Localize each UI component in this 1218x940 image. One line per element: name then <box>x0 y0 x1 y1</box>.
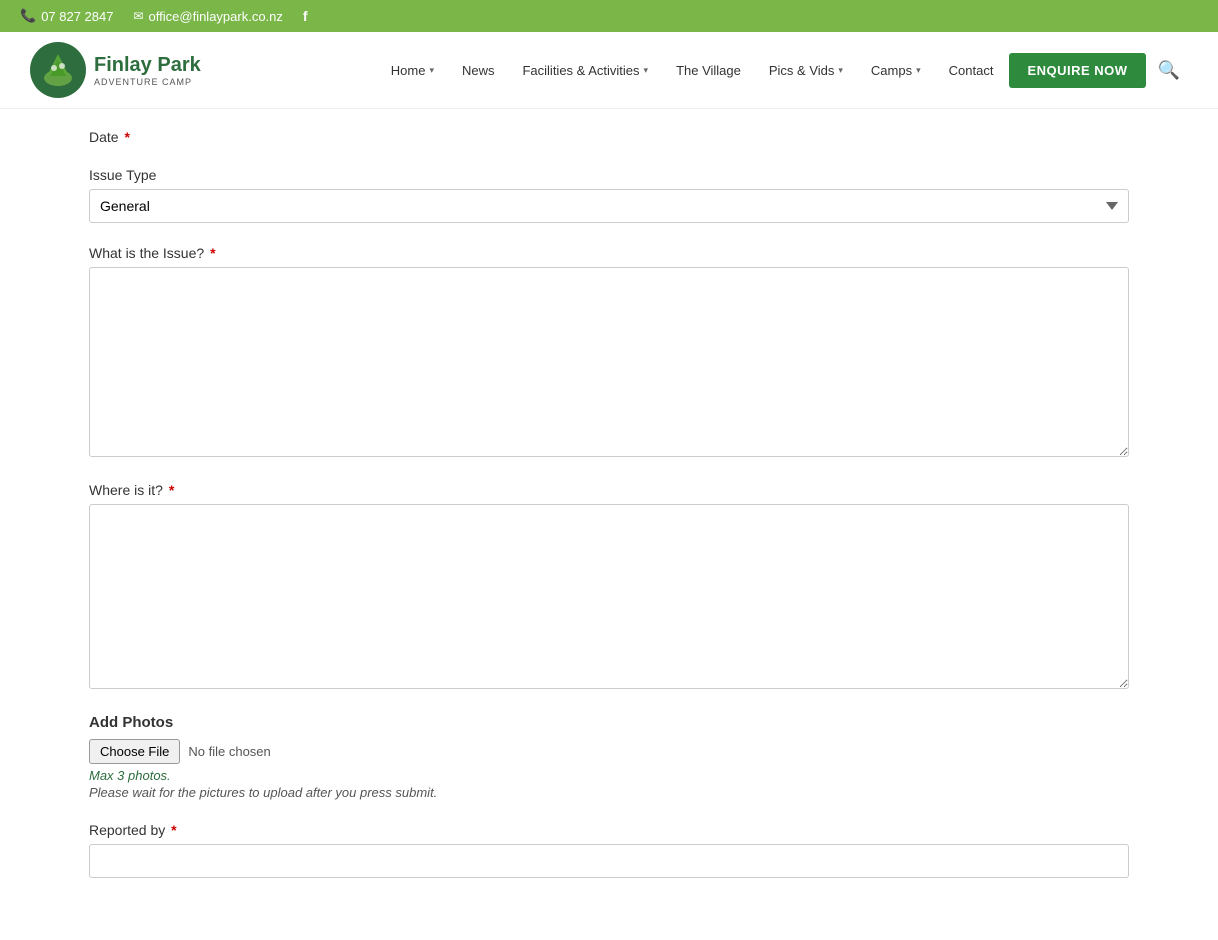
issue-type-select[interactable]: General Maintenance Safety Other <box>89 189 1129 223</box>
issue-form: Date * Issue Type General Maintenance Sa… <box>89 119 1129 910</box>
nav-camps[interactable]: Camps ▾ <box>859 55 933 86</box>
issue-type-label: Issue Type <box>89 167 1129 183</box>
max-photos-text: Max 3 photos. <box>89 768 1129 783</box>
date-required-marker: * <box>124 129 129 145</box>
file-input-row: Choose File No file chosen <box>89 739 1129 764</box>
issue-type-select-wrapper: General Maintenance Safety Other <box>89 189 1129 223</box>
chevron-down-icon: ▾ <box>644 65 649 76</box>
reported-by-group: Reported by * <box>89 822 1129 878</box>
where-is-it-label: Where is it? * <box>89 482 1129 498</box>
what-is-issue-textarea[interactable] <box>89 267 1129 457</box>
add-photos-label: Add Photos <box>89 714 1129 731</box>
what-is-issue-label: What is the Issue? * <box>89 245 1129 261</box>
nav-facilities-activities[interactable]: Facilities & Activities ▾ <box>510 55 660 86</box>
header: Finlay Park Adventure Camp Home ▾ News F… <box>0 32 1218 109</box>
logo-area: Finlay Park Adventure Camp <box>30 42 201 98</box>
reported-by-required-marker: * <box>171 822 176 838</box>
reported-by-label: Reported by * <box>89 822 1129 838</box>
logo-icon <box>30 42 86 98</box>
nav-home[interactable]: Home ▾ <box>379 55 446 86</box>
no-file-text: No file chosen <box>188 744 270 759</box>
nav-the-village[interactable]: The Village <box>664 55 753 86</box>
nav-pics-vids[interactable]: Pics & Vids ▾ <box>757 55 855 86</box>
top-bar: 📞 07 827 2847 office@finlaypark.co.nz f <box>0 0 1218 32</box>
add-photos-group: Add Photos Choose File No file chosen Ma… <box>89 714 1129 800</box>
chevron-down-icon: ▾ <box>429 65 434 76</box>
issue-type-group: Issue Type General Maintenance Safety Ot… <box>89 167 1129 223</box>
where-is-it-group: Where is it? * <box>89 482 1129 692</box>
chevron-down-icon: ▾ <box>916 65 921 76</box>
nav-news[interactable]: News <box>450 55 507 86</box>
email-link[interactable]: office@finlaypark.co.nz <box>133 9 282 24</box>
main-content: Date * Issue Type General Maintenance Sa… <box>59 109 1159 940</box>
nav-contact[interactable]: Contact <box>937 55 1006 86</box>
enquire-button[interactable]: ENQUIRE NOW <box>1009 53 1145 88</box>
where-required-marker: * <box>169 482 174 498</box>
where-is-it-textarea[interactable] <box>89 504 1129 689</box>
reported-by-input[interactable] <box>89 844 1129 878</box>
phone-number: 📞 07 827 2847 <box>20 8 113 24</box>
facebook-icon[interactable]: f <box>303 8 308 24</box>
logo-text: Finlay Park Adventure Camp <box>94 54 201 87</box>
date-field-group: Date * <box>89 129 1129 145</box>
date-label: Date * <box>89 129 1129 145</box>
search-icon[interactable]: 🔍 <box>1150 52 1188 89</box>
what-required-marker: * <box>210 245 215 261</box>
choose-file-button[interactable]: Choose File <box>89 739 180 764</box>
main-nav: Home ▾ News Facilities & Activities ▾ Th… <box>379 52 1188 89</box>
what-is-issue-group: What is the Issue? * <box>89 245 1129 460</box>
chevron-down-icon: ▾ <box>838 65 843 76</box>
upload-note-text: Please wait for the pictures to upload a… <box>89 785 1129 800</box>
